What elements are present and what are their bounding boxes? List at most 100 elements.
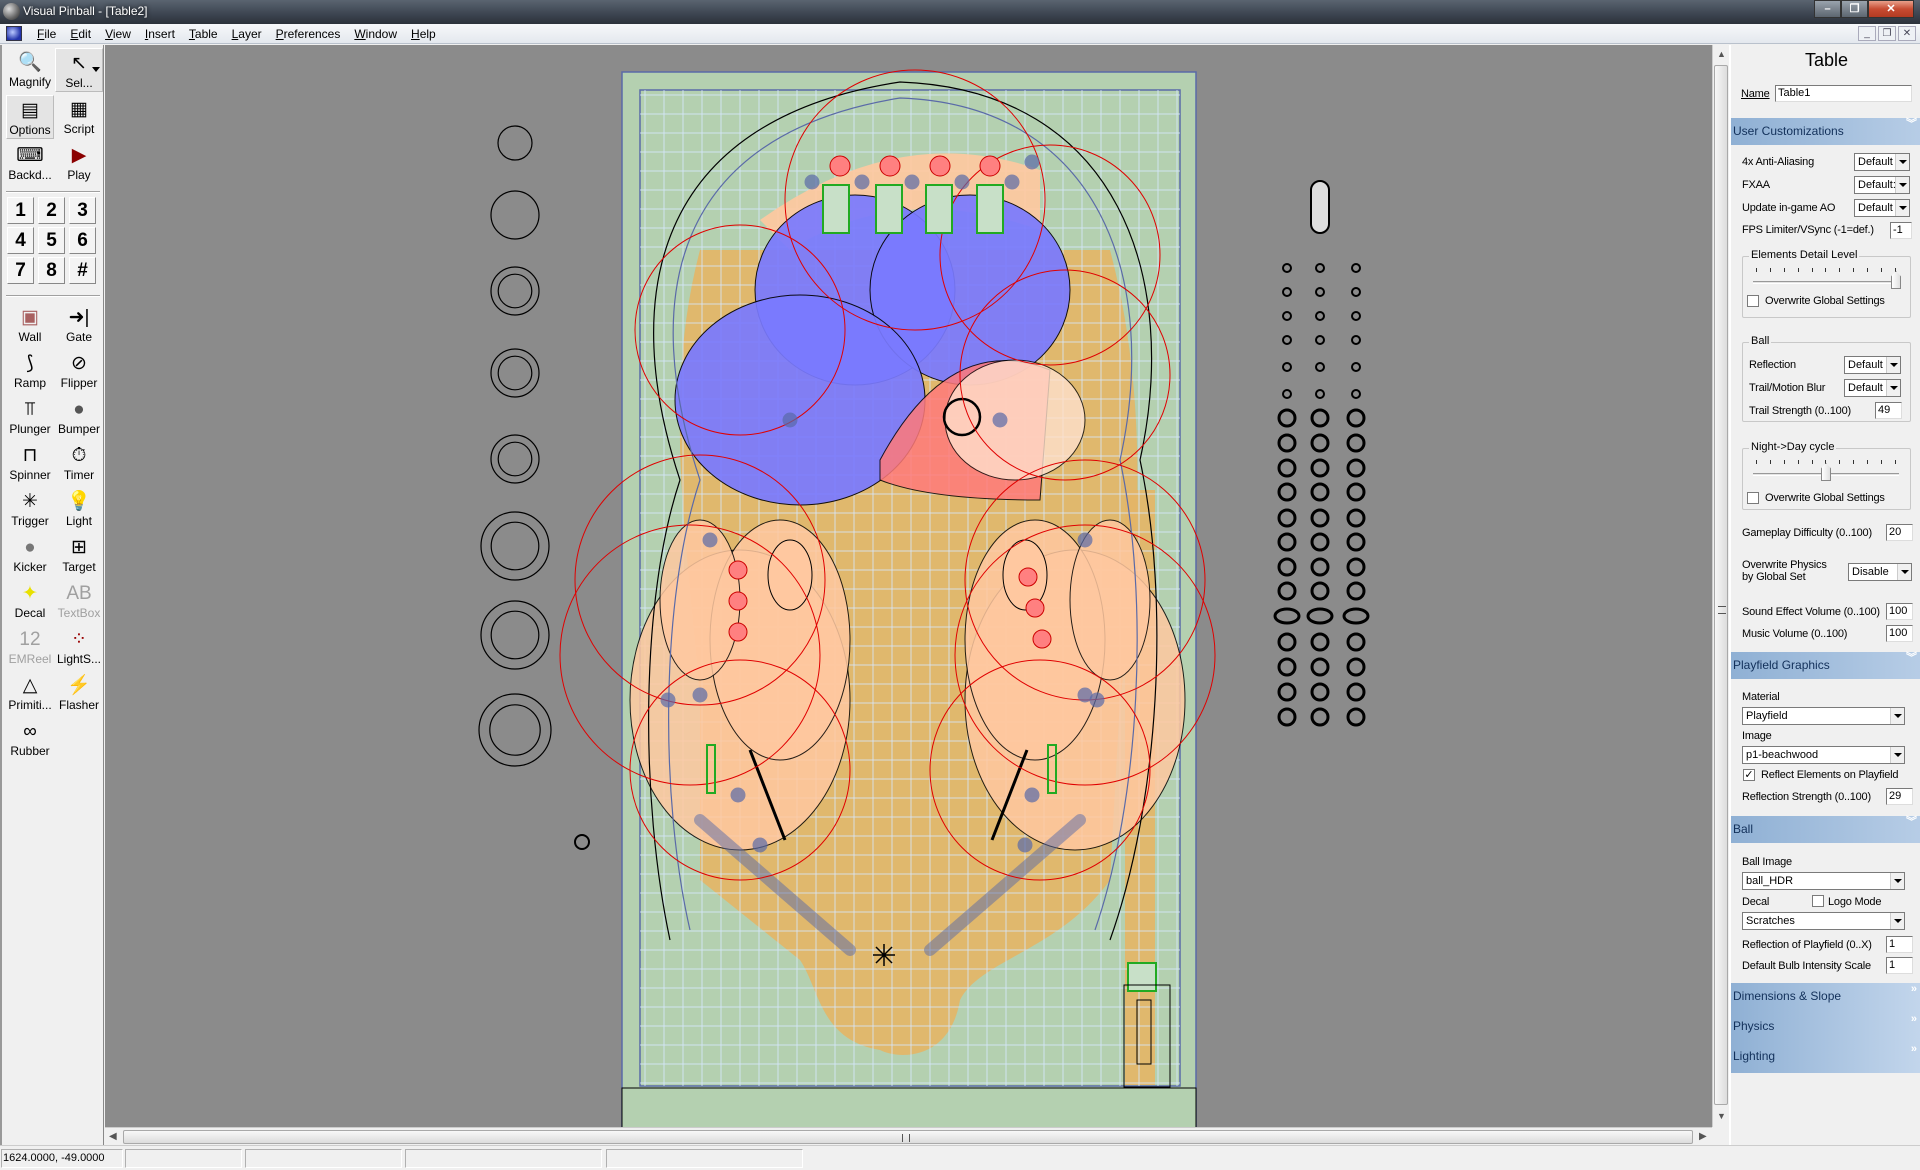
overwrite-nightday-checkbox[interactable] (1747, 492, 1759, 504)
scroll-left-arrow[interactable]: ◀ (109, 1131, 117, 1142)
menu-help[interactable]: Help (404, 24, 443, 44)
layer-8-button[interactable]: 8 (38, 257, 65, 284)
light-tool-button[interactable]: 💡 Light (55, 487, 103, 531)
section-lighting[interactable]: Lighting » (1731, 1043, 1920, 1073)
update-ao-select[interactable]: Default (1854, 199, 1910, 217)
section-physics[interactable]: Physics » (1731, 1013, 1920, 1043)
table-editor-canvas[interactable] (105, 45, 1712, 1127)
material-select[interactable]: Playfield (1742, 707, 1905, 725)
reflect-elements-checkbox[interactable]: ✓ (1743, 769, 1755, 781)
primiti-tool-button[interactable]: △ Primiti... (6, 671, 54, 715)
flipper-tool-button[interactable]: ⊘ Flipper (55, 349, 103, 393)
overwrite-physics-select[interactable]: Disable (1848, 563, 1912, 581)
menu-file[interactable]: File (30, 24, 63, 44)
layer-2-button[interactable]: 2 (38, 197, 65, 224)
textbox-tool-button[interactable]: AB TextBox (55, 579, 103, 623)
menu-edit[interactable]: Edit (63, 24, 98, 44)
reflection-strength-field[interactable]: 29 (1886, 788, 1913, 805)
mdi-close-button[interactable]: ✕ (1898, 26, 1916, 41)
ball-image-select[interactable]: ball_HDR (1742, 872, 1905, 890)
scroll-right-arrow[interactable]: ▶ (1699, 1131, 1707, 1142)
minimize-button[interactable]: – (1814, 0, 1841, 18)
close-button[interactable]: ✕ (1868, 0, 1914, 18)
name-field[interactable]: Table1 (1775, 85, 1912, 102)
section-ball[interactable]: Ball ︾ (1731, 816, 1920, 843)
layer-all-button[interactable]: # (69, 257, 96, 284)
backd-tool-button[interactable]: ⌨ Backd... (6, 141, 54, 185)
difficulty-label: Gameplay Difficulty (0..100) (1742, 527, 1872, 539)
difficulty-field[interactable]: 20 (1886, 524, 1913, 541)
section-playfield-graphics[interactable]: Playfield Graphics ︾ (1731, 652, 1920, 679)
light-preview (1310, 682, 1330, 702)
timer-tool-button[interactable]: ⏱ Timer (55, 441, 103, 485)
maximize-button[interactable]: ❐ (1841, 0, 1868, 18)
trigger-tool-button[interactable]: ✳ Trigger (6, 487, 54, 531)
vertical-scrollbar[interactable]: ▲ ▼ (1712, 45, 1729, 1127)
wall-tool-button[interactable]: ▣ Wall (6, 303, 54, 347)
vertical-scroll-thumb[interactable] (1714, 65, 1728, 1105)
horizontal-scrollbar[interactable]: ◀ ▶ (105, 1127, 1712, 1145)
document-icon[interactable] (6, 26, 22, 41)
menu-preferences[interactable]: Preferences (269, 24, 348, 44)
menu-table[interactable]: Table (182, 24, 225, 44)
menu-view[interactable]: View (98, 24, 138, 44)
bumper-tool-button[interactable]: ● Bumper (55, 395, 103, 439)
layer-5-button[interactable]: 5 (38, 227, 65, 254)
horizontal-scroll-thumb[interactable] (123, 1130, 1693, 1144)
overwrite-detail-checkbox[interactable] (1747, 295, 1759, 307)
layer-1-button[interactable]: 1 (7, 197, 34, 224)
image-select[interactable]: p1-beachwood (1742, 746, 1905, 764)
play-tool-button[interactable]: ▶ Play (55, 141, 103, 185)
kicker-tool-button[interactable]: ● Kicker (6, 533, 54, 577)
sound-volume-field[interactable]: 100 (1886, 603, 1913, 620)
playfield-drawing[interactable] (105, 45, 1712, 1127)
scroll-up-arrow[interactable]: ▲ (1717, 49, 1726, 59)
layer-3-button[interactable]: 3 (69, 197, 96, 224)
select-dropdown-arrow-icon[interactable] (92, 67, 100, 72)
magnify-tool-button[interactable]: 🔍 Magnify (6, 48, 54, 92)
mdi-minimize-button[interactable]: _ (1858, 26, 1876, 41)
rubber-tool-button[interactable]: ∞ Rubber (6, 717, 54, 761)
music-volume-field[interactable]: 100 (1886, 625, 1913, 642)
reflect-elements-label: Reflect Elements on Playfield (1761, 769, 1899, 781)
night-day-slider-thumb[interactable] (1821, 463, 1831, 481)
layer-4-button[interactable]: 4 (7, 227, 34, 254)
layer-7-button[interactable]: 7 (7, 257, 34, 284)
trail-strength-field[interactable]: 49 (1875, 402, 1902, 419)
detail-level-track[interactable] (1753, 281, 1899, 284)
bumper-preview-inner (497, 273, 533, 309)
decal-select[interactable]: Scratches (1742, 912, 1905, 930)
reflection-playfield-field[interactable]: 1 (1886, 936, 1913, 953)
kicker-icon: ● (24, 537, 36, 558)
target-tool-button[interactable]: ⊞ Target (55, 533, 103, 577)
detail-level-slider-thumb[interactable] (1891, 271, 1901, 289)
ramp-tool-button[interactable]: ⟆ Ramp (6, 349, 54, 393)
reflection-select[interactable]: Default (1844, 356, 1901, 374)
options-tool-button[interactable]: ▤ Options (6, 95, 54, 139)
light-preview (1310, 532, 1330, 552)
menu-layer[interactable]: Layer (225, 24, 269, 44)
section-user-customizations[interactable]: User Customizations ︾ (1731, 118, 1920, 145)
emreel-tool-button[interactable]: 12 EMReel (6, 625, 54, 669)
fxaa-select[interactable]: Default: (1854, 176, 1910, 194)
mdi-restore-button[interactable]: ❐ (1878, 26, 1896, 41)
fps-limiter-field[interactable]: -1 (1890, 222, 1912, 239)
spinner-tool-button[interactable]: ⊓ Spinner (6, 441, 54, 485)
menu-insert[interactable]: Insert (138, 24, 182, 44)
light-preview (1346, 433, 1366, 453)
layer-6-button[interactable]: 6 (69, 227, 96, 254)
trail-blur-select[interactable]: Default (1844, 379, 1901, 397)
bulb-intensity-field[interactable]: 1 (1886, 957, 1913, 974)
script-tool-button[interactable]: ▦ Script (55, 95, 103, 139)
anti-aliasing-select[interactable]: Default (1854, 153, 1910, 171)
light-preview (1351, 263, 1361, 273)
plunger-tool-button[interactable]: ⫪ Plunger (6, 395, 54, 439)
menu-window[interactable]: Window (347, 24, 404, 44)
gate-tool-button[interactable]: ➜| Gate (55, 303, 103, 347)
logo-mode-checkbox[interactable] (1812, 895, 1824, 907)
lights-tool-button[interactable]: ⁘ LightS... (55, 625, 103, 669)
decal-tool-button[interactable]: ✦ Decal (6, 579, 54, 623)
section-dimensions-slope[interactable]: Dimensions & Slope » (1731, 983, 1920, 1013)
flasher-tool-button[interactable]: ⚡ Flasher (55, 671, 103, 715)
scroll-down-arrow[interactable]: ▼ (1717, 1111, 1726, 1121)
